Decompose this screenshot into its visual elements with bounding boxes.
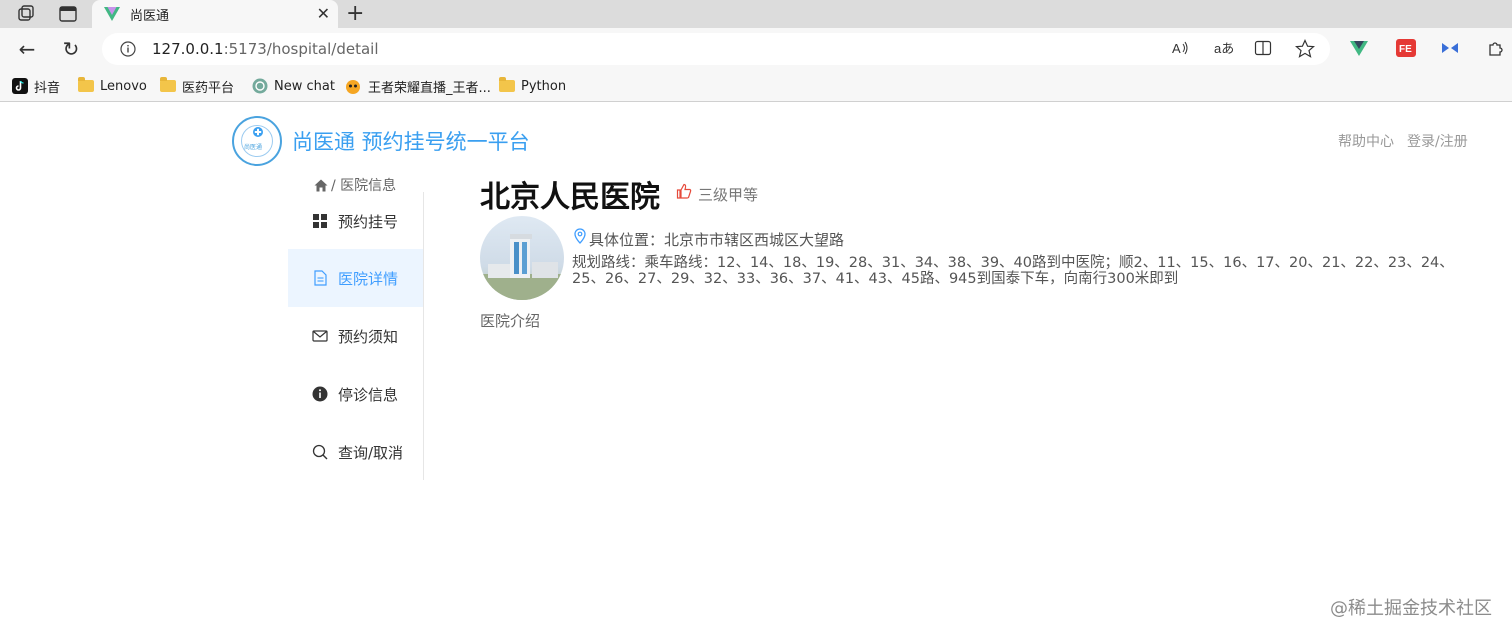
bookmark-label: New chat [274,78,335,94]
bookmark-label: 抖音 [34,80,61,96]
hospital-building-image [480,234,564,300]
bookmark-label: 王者荣耀直播_王者... [368,80,491,96]
workspaces-icon[interactable] [16,4,36,24]
menu-item-query-cancel[interactable]: 查询/取消 [288,423,423,481]
menu-label: 预约须知 [338,327,399,346]
menu-item-booking-notice[interactable]: 预约须知 [288,307,423,365]
bookmark-honor-of-kings-live[interactable]: 王者荣耀直播_王者... [344,76,491,96]
browser-toolbar: ← ↻ 127.0.0.1:5173/hospital/detail A aあ … [0,28,1512,70]
menu-label: 查询/取消 [338,443,404,462]
bookmark-python[interactable]: Python [499,76,566,96]
extensions-puzzle-icon[interactable] [1486,39,1506,59]
bookmark-label: Lenovo [100,78,147,94]
address-bar[interactable]: 127.0.0.1:5173/hospital/detail A aあ [102,33,1330,65]
site-title[interactable]: 尚医通 预约挂号统一平台 [292,126,530,156]
hospital-address: 具体位置：北京市市辖区西城区大望路 [589,231,845,249]
home-icon[interactable] [314,179,328,192]
folder-icon [160,77,176,92]
split-screen-icon[interactable] [1254,39,1272,57]
bookmark-medical-platform[interactable]: 医药平台 [160,76,234,96]
bookmark-label: Python [521,78,567,94]
site-logo[interactable]: 尚医通 [232,116,282,166]
menu-item-appointment[interactable]: 预约挂号 [288,192,423,250]
active-tab[interactable]: 尚医通 ✕ [92,0,338,28]
refresh-icon[interactable]: ↻ [58,36,84,62]
bookmark-lenovo[interactable]: Lenovo [78,76,147,96]
hospital-name: 北京人民医院 [480,180,660,215]
info-icon [312,386,328,402]
svg-text:A: A [1172,41,1181,56]
bookmark-label: 医药平台 [182,80,235,96]
login-register-link[interactable]: 登录/注册 [1407,131,1468,151]
vue-favicon-icon [104,7,120,21]
back-icon[interactable]: ← [14,36,40,62]
menu-label: 医院详情 [338,269,399,288]
tab-title: 尚医通 [130,9,170,24]
side-menu: 预约挂号 医院详情 预约须知 停诊信息 查询/取消 [288,192,424,480]
hospital-level: 三级甲等 [698,186,759,204]
menu-label: 预约挂号 [338,212,399,231]
menu-item-suspension-info[interactable]: 停诊信息 [288,365,423,423]
folder-icon [499,77,515,92]
document-icon [314,270,327,286]
tab-strip: 尚医通 ✕ + [0,0,1512,28]
mail-icon [312,330,328,342]
site-info-icon[interactable] [120,41,136,57]
watermark: @稀土掘金技术社区 [1330,598,1492,619]
folder-icon [78,77,94,92]
huya-icon [346,80,360,94]
fe-helper-extension-icon[interactable]: FE [1396,39,1416,57]
vue-devtools-extension-icon[interactable] [1350,39,1368,57]
svg-text:FE: FE [1399,44,1412,55]
menu-item-hospital-detail[interactable]: 医院详情 [288,249,423,307]
svg-text:aあ: aあ [1214,41,1234,56]
hospital-photo [480,216,564,300]
collapse-extension-icon[interactable] [1442,42,1458,54]
favorite-star-icon[interactable] [1295,39,1315,59]
read-aloud-icon[interactable]: A [1172,39,1190,57]
hospital-intro-label: 医院介绍 [480,312,541,330]
translate-icon[interactable]: aあ [1214,39,1234,57]
vertical-tabs-icon[interactable] [58,4,78,24]
new-tab-icon[interactable]: + [346,1,364,26]
medical-cross-icon [253,127,263,137]
close-tab-icon[interactable]: ✕ [317,4,330,23]
logo-text: 尚医通 [244,144,263,151]
help-center-link[interactable]: 帮助中心 [1338,131,1394,151]
bookmarks-bar: 抖音 Lenovo 医药平台 New chat 王者荣耀直播_王者... Pyt… [0,70,1512,102]
menu-label: 停诊信息 [338,385,399,404]
location-pin-icon [574,228,586,244]
search-icon [312,444,328,460]
grid-icon [313,214,327,228]
hospital-route: 规划路线：乘车路线：12、14、18、19、28、31、34、38、39、40路… [572,255,1454,287]
bookmark-douyin[interactable]: 抖音 [12,76,60,96]
chatgpt-icon [252,78,268,94]
bookmark-new-chat[interactable]: New chat [252,76,335,96]
douyin-icon [12,78,28,94]
thumbs-up-icon [676,183,692,199]
url-text: 127.0.0.1:5173/hospital/detail [152,40,379,58]
